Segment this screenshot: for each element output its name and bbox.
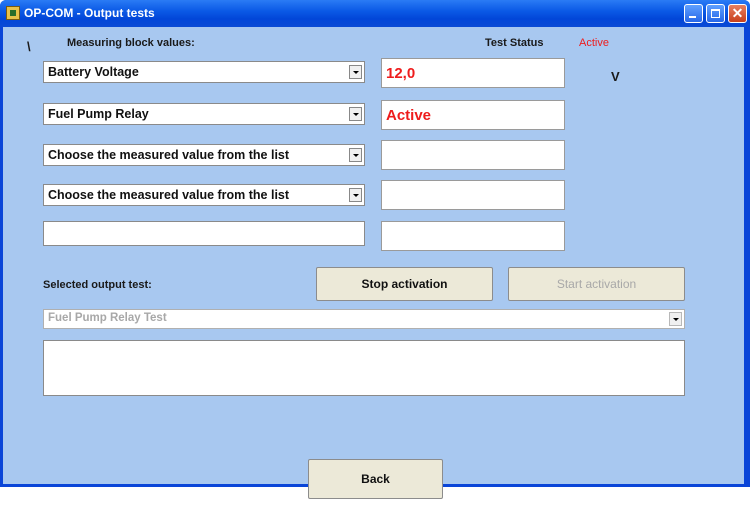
measurement-value-1-text: 12,0	[386, 65, 416, 82]
app-window: OP-COM - Output tests ✕ \ Measuring bloc…	[0, 0, 750, 499]
unit-label-1: V	[611, 69, 620, 84]
close-button[interactable]: ✕	[728, 4, 747, 23]
test-status-label: Test Status	[485, 37, 544, 49]
maximize-icon	[711, 9, 720, 18]
selected-output-test-label: Selected output test:	[43, 279, 152, 291]
measurement-select-3[interactable]: Choose the measured value from the list	[43, 144, 365, 166]
measurement-value-2: Active	[381, 100, 565, 130]
measurement-select-1-value: Battery Voltage	[48, 65, 139, 79]
chevron-down-icon[interactable]	[349, 65, 362, 79]
chevron-down-icon[interactable]	[349, 188, 362, 202]
stop-activation-button[interactable]: Stop activation	[316, 267, 493, 301]
close-icon: ✕	[731, 5, 744, 21]
chevron-down-icon[interactable]	[349, 107, 362, 121]
maximize-button[interactable]	[706, 4, 725, 23]
test-status-value: Active	[579, 37, 609, 49]
minimize-icon	[689, 16, 696, 18]
measurement-value-1: 12,0	[381, 58, 565, 88]
output-test-select-value: Fuel Pump Relay Test	[48, 312, 167, 324]
stray-mark: \	[27, 39, 31, 54]
start-activation-button[interactable]: Start activation	[508, 267, 685, 301]
measurement-select-3-value: Choose the measured value from the list	[48, 148, 290, 162]
title-bar[interactable]: OP-COM - Output tests ✕	[0, 0, 750, 27]
minimize-button[interactable]	[684, 4, 703, 23]
output-test-notes[interactable]	[43, 340, 685, 396]
measurement-value-3	[381, 140, 565, 170]
client-area: \ Measuring block values: Test Status Ac…	[3, 27, 744, 499]
output-test-select[interactable]: Fuel Pump Relay Test	[43, 309, 685, 329]
measurement-select-2[interactable]: Fuel Pump Relay	[43, 103, 365, 125]
measurement-input-5[interactable]	[43, 221, 365, 246]
chevron-down-icon[interactable]	[349, 148, 362, 162]
window-title: OP-COM - Output tests	[24, 6, 155, 20]
measurement-select-2-value: Fuel Pump Relay	[48, 107, 149, 121]
measurement-select-1[interactable]: Battery Voltage	[43, 61, 365, 83]
measuring-block-label: Measuring block values:	[67, 37, 195, 49]
measurement-value-5	[381, 221, 565, 251]
measurement-select-4[interactable]: Choose the measured value from the list	[43, 184, 365, 206]
measurement-value-2-text: Active	[386, 107, 432, 124]
measurement-value-4	[381, 180, 565, 210]
app-icon	[6, 6, 20, 20]
chevron-down-icon[interactable]	[669, 312, 682, 326]
measurement-select-4-value: Choose the measured value from the list	[48, 188, 290, 202]
back-button[interactable]: Back	[308, 459, 443, 499]
